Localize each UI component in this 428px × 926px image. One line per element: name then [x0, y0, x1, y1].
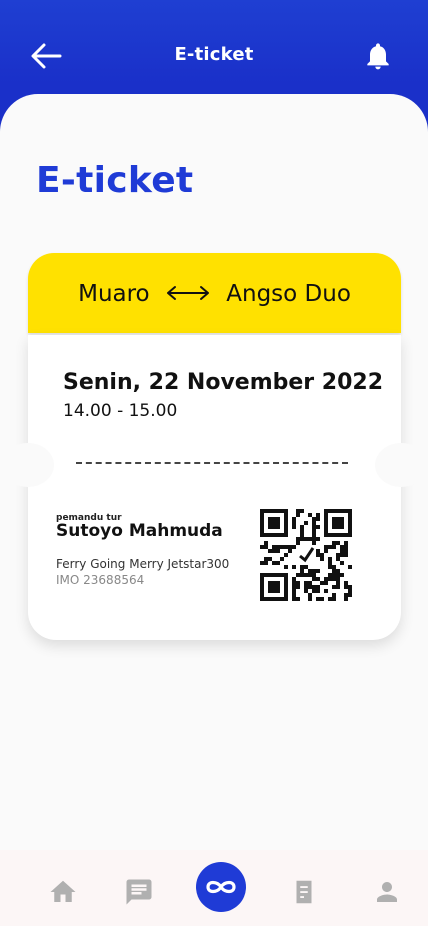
ticket-notch-left [2, 443, 54, 487]
chat-icon [126, 879, 152, 905]
nav-chat[interactable] [124, 877, 154, 907]
nav-documents[interactable] [289, 877, 319, 907]
route: Muaro Angso Duo [28, 281, 401, 308]
route-destination: Angso Duo [226, 281, 351, 307]
route-origin: Muaro [78, 281, 150, 307]
travel-time: 14.00 - 15.00 [63, 401, 178, 421]
ship-name: Ferry Going Merry Jetstar300 [56, 557, 230, 571]
ticket-card[interactable]: Muaro Angso Duo Senin, 22 November 2022 … [2, 253, 427, 640]
infinity-icon [206, 880, 236, 894]
bell-icon [367, 43, 389, 70]
person-icon [377, 882, 397, 902]
home-icon [50, 880, 76, 902]
ticket-notch-right [375, 443, 427, 487]
nav-center-button[interactable] [196, 862, 246, 912]
travel-date: Senin, 22 November 2022 [63, 370, 384, 395]
nav-home[interactable] [48, 877, 78, 907]
notifications-button[interactable] [362, 40, 394, 72]
ticket-divider [76, 462, 348, 464]
page-title: E-ticket [36, 160, 194, 201]
nav-profile[interactable] [372, 877, 402, 907]
guide-name: Sutoyo Mahmuda [56, 521, 223, 541]
ticket-route-banner: Muaro Angso Duo [28, 253, 401, 333]
document-icon [296, 880, 312, 904]
ticket-body: Senin, 22 November 2022 14.00 - 15.00 pe… [2, 335, 427, 640]
imo-number: IMO 23688564 [56, 573, 145, 587]
qr-code-icon[interactable] [260, 509, 352, 601]
double-arrow-icon [165, 282, 211, 308]
